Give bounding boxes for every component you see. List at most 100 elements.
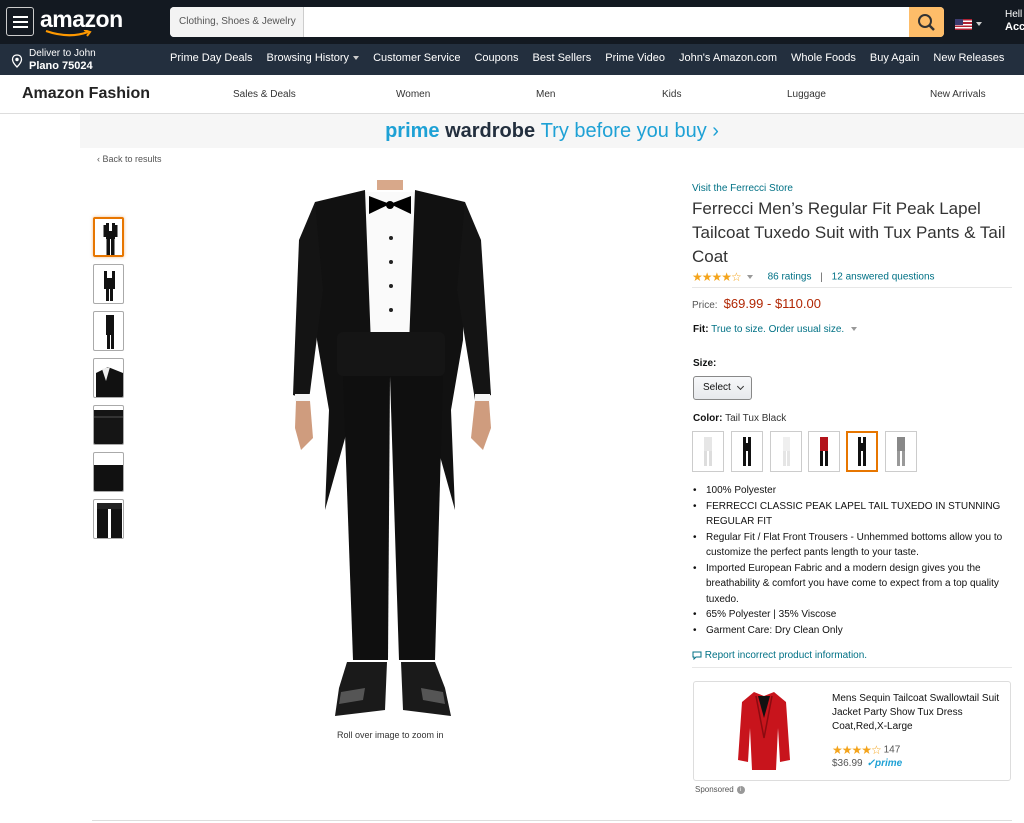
thumbnail-5[interactable] <box>93 405 124 445</box>
deliver-line2: Plano 75024 <box>29 60 93 72</box>
color-swatch-grey[interactable] <box>885 431 917 472</box>
logo-smile-icon <box>45 30 92 37</box>
nav-link-prime-day[interactable]: Prime Day Deals <box>170 52 253 64</box>
location-pin-icon <box>11 54 23 68</box>
nav-link-best-sellers[interactable]: Best Sellers <box>533 52 592 64</box>
nav-link-coupons[interactable]: Coupons <box>474 52 518 64</box>
color-swatch-tail-tux-black[interactable] <box>846 431 878 472</box>
store-link[interactable]: Visit the Ferrecci Store <box>692 183 793 194</box>
fashion-link-sales[interactable]: Sales & Deals <box>233 89 296 100</box>
answered-questions-link[interactable]: 12 answered questions <box>832 272 935 283</box>
color-value: Tail Tux Black <box>725 413 787 424</box>
thumbnail-6[interactable] <box>93 452 124 492</box>
back-to-results-link[interactable]: ‹ Back to results <box>97 154 162 164</box>
feature-bullet: 100% Polyester <box>692 483 1012 499</box>
product-main-image[interactable] <box>285 180 505 720</box>
report-label: Report incorrect product information. <box>704 650 868 661</box>
feature-bullet: 65% Polyester | 35% Viscose <box>692 607 1012 623</box>
fashion-bar: Amazon Fashion Sales & Deals Women Men K… <box>0 75 1024 114</box>
tuxedo-side-thumbnail-icon <box>106 315 114 349</box>
black-tuxedo-icon <box>743 437 751 466</box>
price-row: Price: $69.99 - $110.00 <box>692 296 821 311</box>
sponsored-price: $36.99 <box>832 758 863 769</box>
feature-bullet: Garment Care: Dry Clean Only <box>692 623 1012 639</box>
nav-link-buy-again[interactable]: Buy Again <box>870 52 920 64</box>
grey-tuxedo-icon <box>897 437 905 466</box>
menu-button[interactable] <box>6 7 34 36</box>
size-dropdown[interactable]: Select <box>693 376 752 400</box>
color-swatch-ivory[interactable] <box>770 431 802 472</box>
red-tuxedo-icon <box>820 437 828 466</box>
thumbnail-4[interactable] <box>93 358 124 398</box>
fashion-link-luggage[interactable]: Luggage <box>787 89 826 100</box>
secondary-nav: Deliver to John Plano 75024 Prime Day De… <box>0 44 1024 75</box>
search-input[interactable] <box>305 7 909 37</box>
red-sequin-jacket-image[interactable] <box>736 688 792 776</box>
rating-row: ★★★★☆ 86 ratings | 12 answered questions <box>692 270 935 284</box>
tuxedo-thumbnail-icon <box>103 223 118 255</box>
nav-link-label: Browsing History <box>266 52 350 64</box>
zoom-hint: Roll over image to zoom in <box>337 730 444 740</box>
white-tuxedo-icon <box>704 437 712 466</box>
comment-icon <box>692 651 702 661</box>
thumbnail-7[interactable] <box>93 499 124 539</box>
sponsored-rating: ★★★★☆ 147 <box>832 743 900 757</box>
search-button[interactable] <box>909 7 944 37</box>
chevron-down-icon[interactable] <box>746 275 753 279</box>
color-swatch-white[interactable] <box>692 431 724 472</box>
us-flag-icon[interactable] <box>955 19 972 30</box>
nav-link-new-releases[interactable]: New Releases <box>933 52 1004 64</box>
jacket-detail-thumbnail-icon <box>96 367 123 397</box>
nav-link-prime-video[interactable]: Prime Video <box>605 52 665 64</box>
feature-bullets: 100% Polyester FERRECCI CLASSIC PEAK LAP… <box>692 483 1012 638</box>
chevron-down-icon[interactable] <box>850 327 857 332</box>
banner-wardrobe: wardrobe <box>445 120 536 142</box>
fashion-link-kids[interactable]: Kids <box>662 89 681 100</box>
divider <box>692 287 1012 288</box>
nav-link-whole-foods[interactable]: Whole Foods <box>791 52 856 64</box>
nav-link-browsing-history[interactable]: Browsing History <box>267 52 360 64</box>
account-greeting: Hell <box>1005 9 1023 20</box>
search-category-dropdown[interactable]: Clothing, Shoes & Jewelry <box>170 7 304 37</box>
fashion-link-new-arrivals[interactable]: New Arrivals <box>930 89 986 100</box>
deliver-line1: Deliver to John <box>29 48 96 59</box>
ratings-count-link[interactable]: 86 ratings <box>768 272 812 283</box>
prime-wardrobe-banner[interactable]: prime wardrobe Try before you buy › <box>80 114 1024 148</box>
fashion-link-women[interactable]: Women <box>396 89 430 100</box>
nav-link-customer-service[interactable]: Customer Service <box>373 52 460 64</box>
sponsored-product-card[interactable]: Mens Sequin Tailcoat Swallowtail Suit Ja… <box>693 681 1011 781</box>
amazon-logo[interactable]: amazon <box>40 6 123 33</box>
nav-link-johns-amazon[interactable]: John's Amazon.com <box>679 52 777 64</box>
account-menu[interactable]: Hell Acc <box>1005 8 1024 34</box>
prime-badge-icon: ✓prime <box>866 758 903 769</box>
size-label: Size: <box>693 358 717 369</box>
fashion-title[interactable]: Amazon Fashion <box>22 85 150 103</box>
info-icon[interactable]: i <box>736 785 745 794</box>
sponsored-title[interactable]: Mens Sequin Tailcoat Swallowtail Suit Ja… <box>832 692 1004 734</box>
fit-row: Fit: True to size. Order usual size. <box>693 324 869 335</box>
feature-bullet: Imported European Fabric and a modern de… <box>692 561 1012 608</box>
sponsored-review-count[interactable]: 147 <box>884 745 901 756</box>
price-label: Price: <box>692 300 718 311</box>
banner-tagline: Try before you buy <box>540 120 707 142</box>
report-incorrect-info-link[interactable]: Report incorrect product information. <box>692 650 867 661</box>
star-rating-icon[interactable]: ★★★★☆ <box>692 270 742 284</box>
fit-value[interactable]: True to size. Order usual size. <box>711 324 844 335</box>
feature-bullet: Regular Fit / Flat Front Trousers - Unhe… <box>692 530 1012 561</box>
fashion-link-men[interactable]: Men <box>536 89 555 100</box>
pants-detail-thumbnail-icon <box>94 455 123 491</box>
pants-thumbnail-icon <box>97 503 122 538</box>
divider <box>692 667 1012 668</box>
thumbnail-3[interactable] <box>93 311 124 351</box>
color-swatch-black[interactable] <box>731 431 763 472</box>
fit-label: Fit: <box>693 324 709 335</box>
sponsored-text: Sponsored <box>695 785 734 794</box>
color-swatch-red[interactable] <box>808 431 840 472</box>
banner-prime: prime <box>385 120 440 142</box>
prime-label: prime <box>874 758 903 769</box>
tail-tux-black-icon <box>858 437 866 466</box>
thumbnail-2[interactable] <box>93 264 124 304</box>
thumbnail-1[interactable] <box>93 217 124 257</box>
chevron-down-icon <box>736 382 745 391</box>
account-label: Acc <box>1005 21 1024 33</box>
